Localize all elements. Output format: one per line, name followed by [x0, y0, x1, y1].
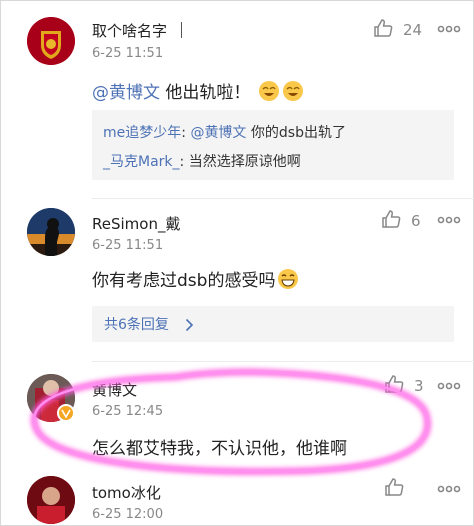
comment-username[interactable]: 黄博文	[92, 379, 137, 400]
thumbs-up-icon	[373, 18, 393, 42]
comment-time: 6-25 11:51	[92, 46, 164, 61]
comment-username[interactable]: ReSimon_戴	[92, 213, 180, 234]
thumbs-up-icon	[384, 374, 404, 398]
mention-link[interactable]: @黄博文	[92, 83, 160, 103]
reply-line: _马克Mark_: 当然选择原谅他啊	[103, 154, 301, 170]
like-count: 24	[403, 21, 423, 39]
comment-username[interactable]: tomo冰化	[92, 482, 161, 503]
comment-body: 怎么都艾特我，不认识他，他谁啊	[92, 439, 347, 459]
like-button[interactable]: 3	[384, 374, 424, 398]
thumbs-up-icon	[381, 209, 401, 233]
like-button[interactable]: 6	[381, 209, 421, 233]
divider	[92, 198, 474, 199]
more-options-icon[interactable]	[437, 378, 461, 397]
view-replies-button[interactable]: 共6条回复	[92, 306, 454, 342]
view-replies-label: 共6条回复	[104, 317, 169, 333]
laugh-emoji-icon	[282, 80, 304, 102]
reply-line: me追梦少年: @黄博文 你的dsb出轨了	[103, 125, 346, 141]
grin-emoji-icon	[277, 268, 299, 290]
avatar[interactable]	[27, 17, 75, 65]
comment-body: 你有考虑过dsb的感受吗	[92, 266, 299, 291]
comment-username[interactable]: 取个啥名字	[92, 20, 167, 41]
comment-body: @黄博文 他出轨啦！	[92, 78, 304, 103]
reply-username[interactable]: me追梦少年	[103, 125, 181, 141]
more-options-icon[interactable]	[437, 481, 461, 500]
like-count: 3	[414, 377, 424, 395]
truncated-marker	[181, 22, 182, 38]
chevron-right-icon	[185, 317, 194, 336]
like-button[interactable]	[384, 477, 404, 501]
laugh-emoji-icon	[258, 80, 280, 102]
comment-time: 6-25 12:45	[92, 404, 164, 419]
comment-time: 6-25 11:51	[92, 238, 164, 253]
avatar[interactable]	[27, 208, 75, 256]
verified-badge-icon	[57, 404, 75, 422]
like-count: 6	[411, 212, 421, 230]
comment-time: 6-25 12:00	[92, 507, 164, 522]
more-options-icon[interactable]	[437, 21, 461, 40]
thumbs-up-icon	[384, 477, 404, 501]
avatar[interactable]	[27, 476, 75, 524]
divider	[92, 361, 474, 362]
reply-username[interactable]: _马克Mark_	[103, 154, 180, 170]
like-button[interactable]: 24	[373, 18, 422, 42]
mention-link[interactable]: @黄博文	[190, 125, 246, 141]
more-options-icon[interactable]	[437, 212, 461, 231]
